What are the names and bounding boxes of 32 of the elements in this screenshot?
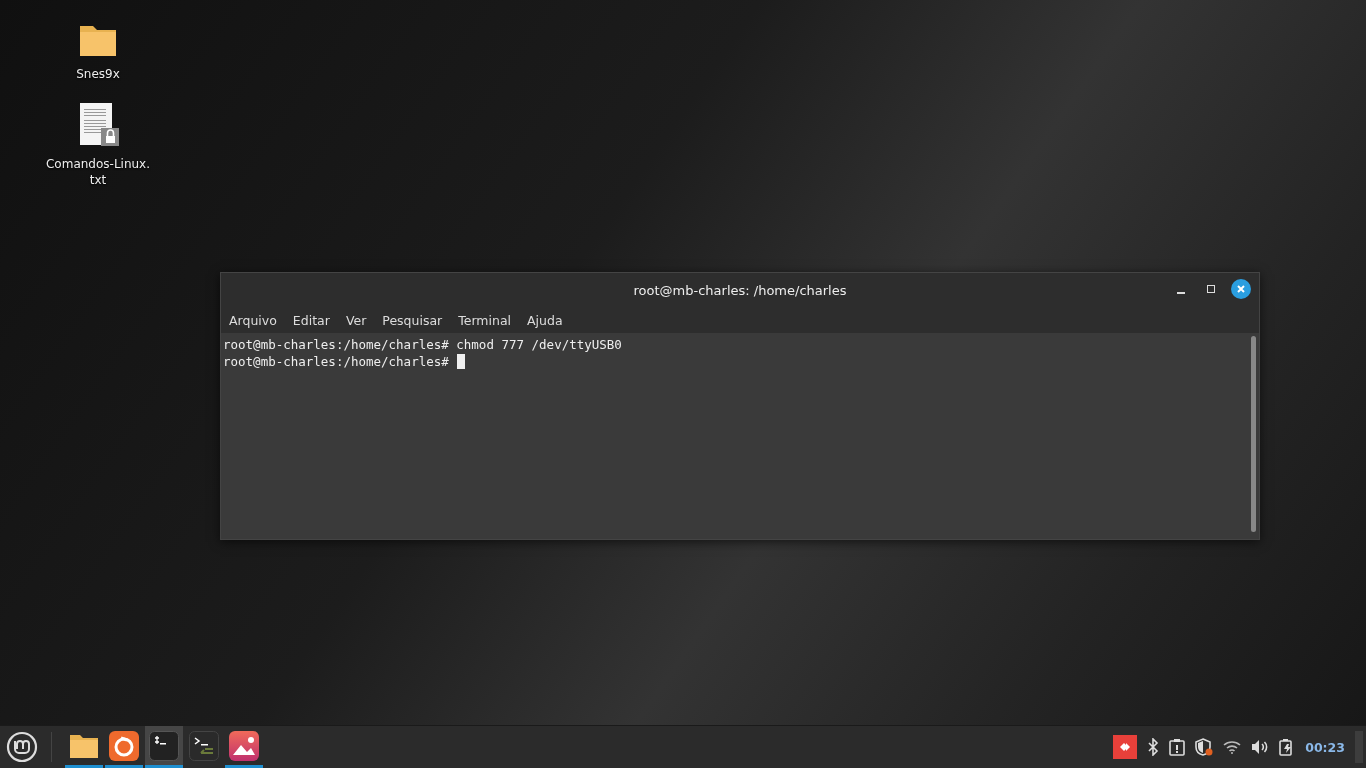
desktop-icon-label[interactable]: Comandos-Linux. txt <box>45 156 151 188</box>
image-viewer-icon <box>229 730 259 761</box>
wifi-icon[interactable] <box>1223 740 1242 754</box>
clock[interactable]: 00:23 <box>1305 739 1345 755</box>
menu-item[interactable]: Terminal <box>452 312 518 328</box>
volume-icon[interactable] <box>1251 739 1270 755</box>
close-icon <box>1236 284 1246 294</box>
terminal-icon <box>189 730 219 761</box>
remote-desktop-icon[interactable] <box>1113 735 1138 759</box>
menu-item[interactable]: Ajuda <box>521 312 569 328</box>
clipboard-icon[interactable] <box>1169 738 1186 756</box>
start-menu-icon[interactable] <box>6 731 38 763</box>
text-cursor <box>456 354 465 369</box>
window-title: root@mb-charles: /home/charles <box>633 282 847 298</box>
menu-item[interactable]: Ver <box>339 312 373 328</box>
menu-item[interactable]: Arquivo <box>223 312 283 328</box>
shield-icon[interactable] <box>1195 738 1214 756</box>
terminal-area[interactable]: root@mb-charles:/home/charles# chmod 777 /dev/ttyUSB0 root@mb-charles:/home/charles# <box>221 333 1259 539</box>
terminal-line: root@mb-charles:/home/charles# chmod 777 /dev/ttyUSB0 <box>223 337 622 352</box>
bluetooth-icon[interactable] <box>1147 738 1160 756</box>
folder-icon <box>69 732 99 759</box>
terminal-icon <box>149 730 179 761</box>
browser-icon <box>109 730 139 761</box>
maximize-icon <box>1206 284 1216 294</box>
menu-item[interactable]: Editar <box>286 312 336 328</box>
locked-text-file-icon[interactable] <box>77 102 119 148</box>
scrollbar[interactable] <box>1251 336 1256 532</box>
desktop-icon-label[interactable]: Snes9x <box>76 66 120 82</box>
menu-item[interactable]: Pesquisar <box>376 312 449 328</box>
close-button[interactable] <box>1231 279 1251 299</box>
minimize-icon <box>1177 292 1185 294</box>
terminal-line: root@mb-charles:/home/charles# <box>223 354 449 369</box>
